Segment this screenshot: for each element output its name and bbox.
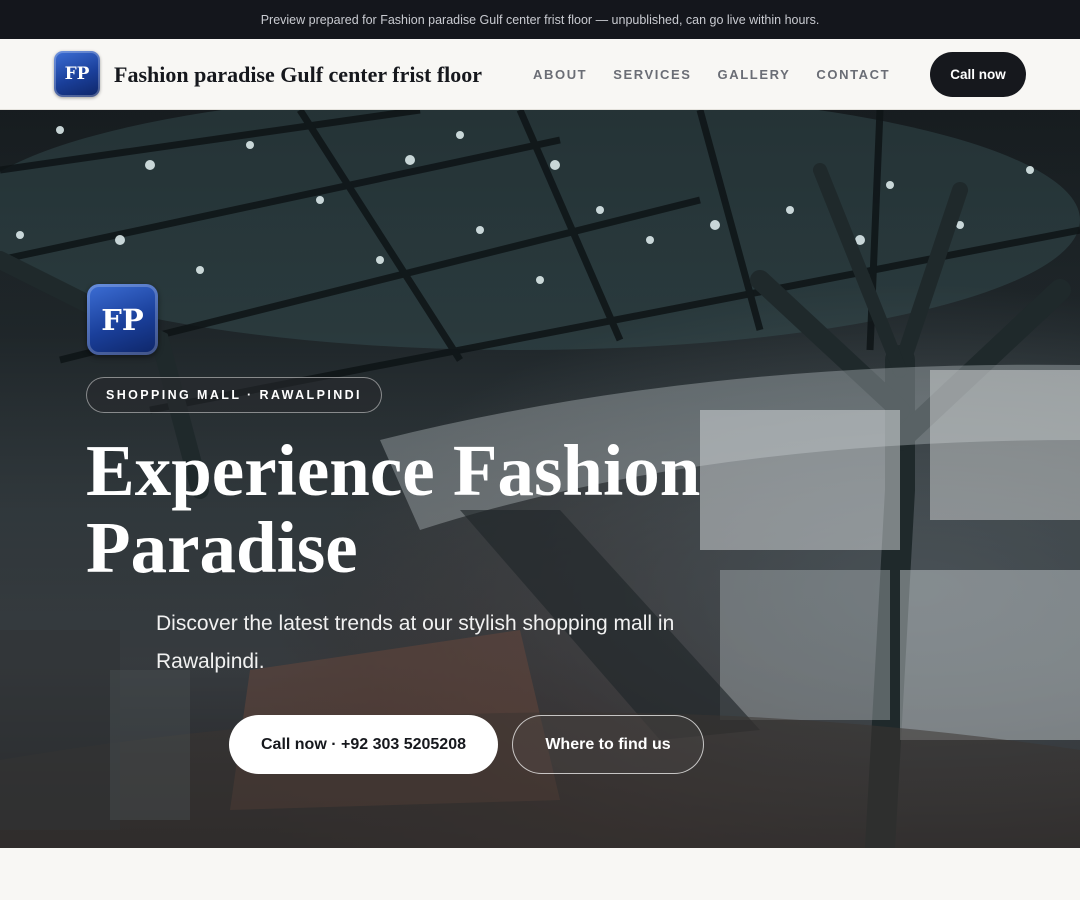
nav-link-contact[interactable]: CONTACT: [816, 67, 890, 82]
site-header: FP Fashion paradise Gulf center frist fl…: [0, 39, 1080, 110]
brand-name[interactable]: Fashion paradise Gulf center frist floor: [114, 39, 482, 110]
nav-link-gallery[interactable]: GALLERY: [718, 67, 791, 82]
hero-logo-initials: FP: [101, 302, 144, 337]
hero-title: Experience Fashion Paradise: [86, 430, 701, 588]
nav-link-services[interactable]: SERVICES: [613, 67, 691, 82]
category-tag: SHOPPING MALL · RAWALPINDI: [86, 377, 382, 413]
hero-section: FP SHOPPING MALL · RAWALPINDI Experience…: [0, 110, 1080, 848]
nav-link-about[interactable]: ABOUT: [533, 67, 587, 82]
where-to-find-us-button[interactable]: Where to find us: [512, 715, 704, 774]
next-section: [0, 848, 1080, 900]
header-call-now-button[interactable]: Call now: [930, 52, 1026, 97]
preview-banner-text: Preview prepared for Fashion paradise Gu…: [260, 12, 820, 27]
hero-logo: FP: [87, 284, 158, 355]
preview-banner: Preview prepared for Fashion paradise Gu…: [0, 0, 1080, 39]
hero-subtitle: Discover the latest trends at our stylis…: [156, 612, 675, 673]
brand-logo[interactable]: FP: [54, 51, 100, 97]
main-nav: ABOUT SERVICES GALLERY CONTACT: [533, 39, 890, 110]
brand-logo-initials: FP: [64, 64, 90, 84]
call-now-phone-button[interactable]: Call now · +92 303 5205208: [229, 715, 498, 774]
